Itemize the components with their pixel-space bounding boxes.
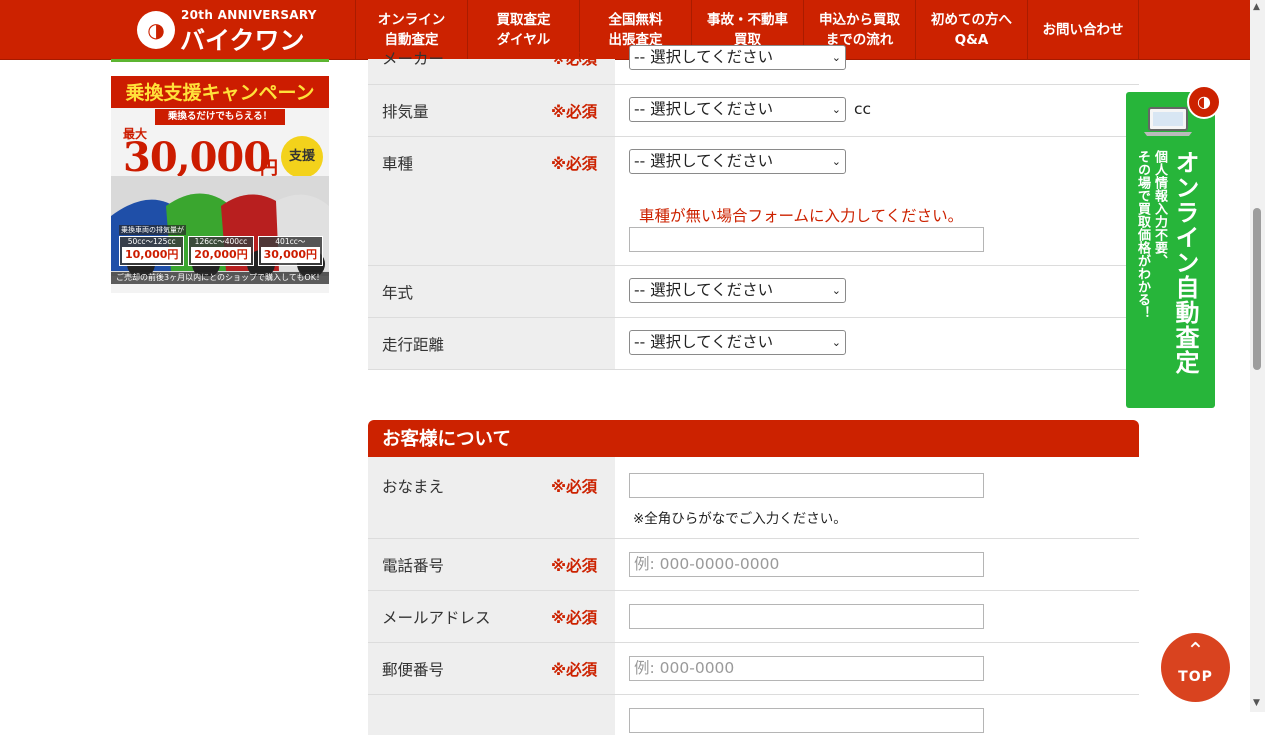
- year-select[interactable]: -- 選択してください ⌄: [629, 278, 846, 303]
- chevron-up-icon: ⌃: [1186, 639, 1205, 664]
- select-value: -- 選択してください: [634, 48, 774, 66]
- banner-title: 乗換支援キャンペーン: [111, 76, 329, 108]
- form-row-postal: 郵便番号 ※必須 例: 000-0000: [368, 643, 1139, 695]
- required-mark: ※必須: [551, 103, 598, 121]
- postal-input[interactable]: 例: 000-0000: [629, 656, 984, 681]
- select-value: -- 選択してください: [634, 281, 774, 299]
- form-row-phone: 電話番号 ※必須 例: 000-0000-0000: [368, 539, 1139, 591]
- tier-amount: 30,000円: [260, 247, 320, 263]
- nav-label: 初めての方へ Q&A: [931, 11, 1012, 48]
- row-label: メールアドレス: [382, 609, 491, 627]
- required-mark: ※必須: [551, 557, 598, 575]
- required-mark: ※必須: [551, 155, 598, 173]
- helmet-logo-icon: ◑: [137, 11, 175, 49]
- scroll-thumb[interactable]: [1253, 208, 1261, 370]
- form-row-name: おなまえ ※必須 ※全角ひらがなでご入力ください。: [368, 457, 1139, 539]
- customer-section-title: お客様について: [368, 420, 1139, 457]
- banner-caption: 乗換車両の排気量が: [119, 225, 186, 235]
- laptop-icon: [1144, 107, 1192, 136]
- nav-label: 全国無料 出張査定: [608, 11, 663, 48]
- campaign-banner[interactable]: 乗換支援キャンペーン 乗換るだけでもらえる！ 最大 30,000 円 支援 乗換…: [111, 76, 329, 293]
- row-label: おなまえ: [382, 478, 445, 496]
- tier-range: 126cc～400cc: [194, 237, 248, 246]
- phone-input[interactable]: 例: 000-0000-0000: [629, 552, 984, 577]
- form-row-year: 年式 -- 選択してください ⌄: [368, 266, 1139, 318]
- row-label: 郵便番号: [382, 661, 445, 679]
- nav-contact[interactable]: お問い合わせ: [1027, 0, 1139, 59]
- form-row-next: [368, 695, 1139, 735]
- model-note: 車種が無い場合フォームに入力してください。: [639, 207, 964, 225]
- nav-label: お問い合わせ: [1042, 21, 1124, 38]
- nav-faq[interactable]: 初めての方へ Q&A: [915, 0, 1027, 59]
- top-label: TOP: [1178, 669, 1213, 685]
- nav-label: オンライン 自動査定: [377, 11, 446, 48]
- name-input[interactable]: [629, 473, 984, 498]
- banner-footer: ご売却の前後3ヶ月以内にとのショップで購入してもOK！: [111, 272, 329, 284]
- form-row-displacement: 排気量 ※必須 -- 選択してください ⌄ cc: [368, 85, 1139, 137]
- row-label: 車種: [382, 155, 414, 173]
- form-row-email: メールアドレス ※必須: [368, 591, 1139, 643]
- logo-anniversary: 20th ANNIVERSARY: [181, 8, 317, 22]
- unit-label: cc: [854, 100, 872, 118]
- row-label: 走行距離: [382, 336, 445, 354]
- select-value: -- 選択してください: [634, 333, 774, 351]
- online-assessment-float[interactable]: オンライン自動査定 個人情報入力不要、 その場で買取価格がわかる！: [1126, 92, 1215, 408]
- select-value: -- 選択してください: [634, 152, 774, 170]
- tier-amount: 20,000円: [191, 247, 251, 263]
- chevron-down-icon: ⌄: [831, 51, 841, 64]
- row-label: メーカー: [382, 50, 445, 68]
- chevron-down-icon: ⌄: [831, 336, 841, 349]
- nav-label: 買取査定 ダイヤル: [496, 11, 551, 48]
- displacement-select[interactable]: -- 選択してください ⌄: [629, 97, 846, 122]
- chevron-down-icon: ⌄: [831, 284, 841, 297]
- required-mark: ※必須: [551, 661, 598, 679]
- banner-subtitle: 乗換るだけでもらえる！: [155, 109, 285, 125]
- back-to-top-button[interactable]: ⌃ TOP: [1161, 633, 1230, 702]
- site-logo[interactable]: ◑ 20th ANNIVERSARY バイクワン: [137, 8, 317, 55]
- logo-name: バイクワン: [180, 26, 305, 55]
- tier-item: 126cc～400cc 20,000円: [188, 236, 254, 266]
- form-row-model: 車種 ※必須 -- 選択してください ⌄ 車種が無い場合フォームに入力してください…: [368, 137, 1139, 266]
- row-label: 年式: [382, 284, 414, 302]
- form-row-mileage: 走行距離 -- 選択してください ⌄: [368, 318, 1139, 370]
- tier-item: 50cc～125cc 10,000円: [119, 236, 185, 266]
- banner-amount: 30,000: [123, 134, 271, 181]
- required-mark: ※必須: [551, 609, 598, 627]
- sidebar-divider: [111, 59, 329, 62]
- tier-amount: 10,000円: [122, 247, 182, 263]
- mileage-select[interactable]: -- 選択してください ⌄: [629, 330, 846, 355]
- nav-label: 申込から買取 までの流れ: [819, 11, 900, 48]
- float-subtitle: 個人情報入力不要、 その場で買取価格がわかる！: [1135, 150, 1167, 319]
- email-input[interactable]: [629, 604, 984, 629]
- chevron-down-icon: ⌄: [831, 103, 841, 116]
- tier-item: 401cc～ 30,000円: [257, 236, 323, 266]
- banner-badge: 支援: [281, 136, 323, 178]
- page-scrollbar[interactable]: ▲ ▼: [1250, 0, 1265, 712]
- tier-range: 401cc～: [275, 237, 306, 246]
- form-row-maker: メーカー ※必須 -- 選択してください ⌄: [368, 45, 1139, 85]
- row-label-cell: [368, 695, 615, 735]
- required-mark: ※必須: [551, 50, 598, 68]
- banner-tiers: 50cc～125cc 10,000円 126cc～400cc 20,000円 4…: [119, 236, 323, 266]
- nav-label: 事故・不動車 買取: [707, 11, 788, 48]
- row-label-cell: [368, 457, 615, 538]
- scroll-down-icon[interactable]: ▼: [1253, 698, 1260, 708]
- site-header: ◑ 20th ANNIVERSARY バイクワン オンライン 自動査定 買取査定…: [0, 0, 1250, 60]
- required-mark: ※必須: [551, 478, 598, 496]
- model-input[interactable]: [629, 227, 984, 252]
- name-note: ※全角ひらがなでご入力ください。: [633, 511, 847, 527]
- model-select[interactable]: -- 選択してください ⌄: [629, 149, 846, 174]
- maker-select[interactable]: -- 選択してください ⌄: [629, 45, 846, 70]
- row-label: 電話番号: [382, 557, 445, 575]
- helmet-badge-icon: ◑: [1187, 85, 1221, 119]
- scroll-up-icon[interactable]: ▲: [1253, 2, 1260, 12]
- row-label: 排気量: [382, 103, 429, 121]
- select-value: -- 選択してください: [634, 100, 774, 118]
- chevron-down-icon: ⌄: [831, 155, 841, 168]
- float-title: オンライン自動査定: [1171, 150, 1199, 375]
- tier-range: 50cc～125cc: [127, 237, 176, 246]
